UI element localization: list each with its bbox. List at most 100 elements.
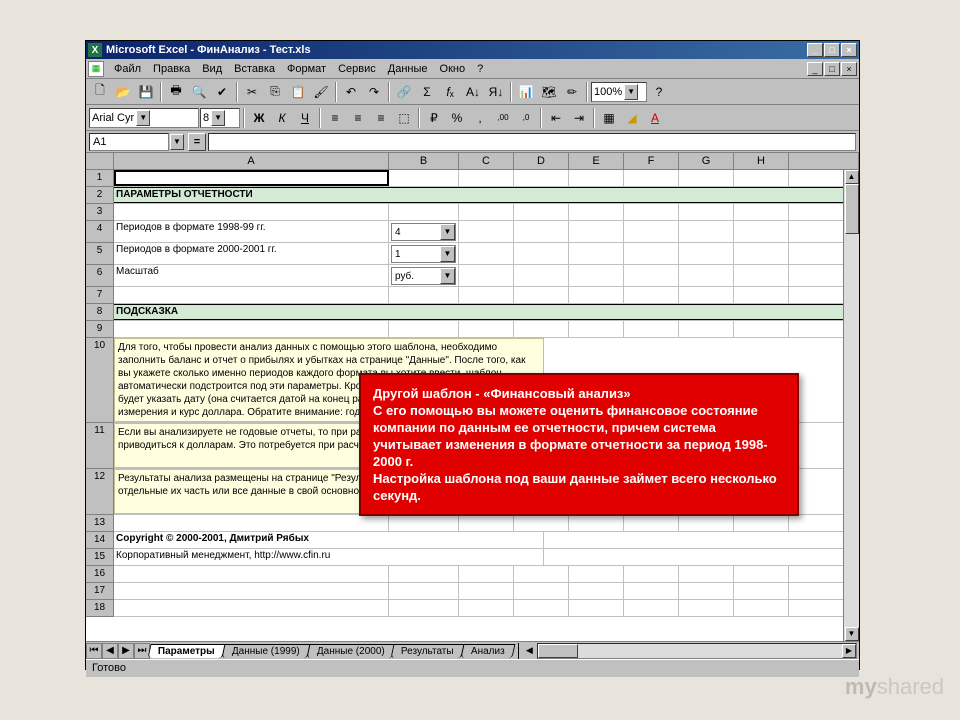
preview-icon[interactable]: 🔍 (188, 81, 210, 102)
formula-bar[interactable] (208, 133, 856, 151)
copy-icon[interactable]: ⎘ (264, 81, 286, 102)
row-header[interactable]: 5 (86, 243, 114, 265)
dropdown-periods-2000[interactable]: 1 ▼ (391, 245, 456, 263)
scroll-up-icon[interactable]: ▲ (845, 170, 859, 184)
new-icon[interactable]: 🗋 (89, 81, 111, 102)
col-header-H[interactable]: H (734, 153, 789, 169)
doc-close-button[interactable]: × (841, 62, 857, 76)
tab-nav-first-icon[interactable]: ⏮ (86, 643, 102, 659)
menu-help[interactable]: ? (471, 61, 489, 77)
row-header[interactable]: 16 (86, 566, 114, 583)
align-left-icon[interactable]: ≡ (324, 107, 346, 128)
undo-icon[interactable]: ↶ (340, 81, 362, 102)
chevron-down-icon[interactable]: ▼ (624, 84, 638, 100)
chevron-down-icon[interactable]: ▼ (211, 110, 225, 126)
align-right-icon[interactable]: ≡ (370, 107, 392, 128)
scroll-down-icon[interactable]: ▼ (845, 627, 859, 641)
menu-format[interactable]: Формат (281, 61, 332, 77)
row-header[interactable]: 9 (86, 321, 114, 338)
row-header[interactable]: 3 (86, 204, 114, 221)
fill-color-icon[interactable]: ◢ (621, 107, 643, 128)
row-header[interactable]: 14 (86, 532, 114, 549)
col-header-E[interactable]: E (569, 153, 624, 169)
col-header-C[interactable]: C (459, 153, 514, 169)
sheet-tab-results[interactable]: Результаты (391, 644, 465, 658)
name-box[interactable]: A1 (89, 133, 169, 151)
indent-inc-icon[interactable]: ⇥ (568, 107, 590, 128)
font-combo[interactable]: Arial Cyr ▼ (89, 108, 199, 128)
row-header[interactable]: 17 (86, 583, 114, 600)
dropdown-periods-9899[interactable]: 4 ▼ (391, 223, 456, 241)
format-painter-icon[interactable]: 🖌 (310, 81, 332, 102)
select-all-corner[interactable] (86, 153, 114, 169)
col-header-F[interactable]: F (624, 153, 679, 169)
menu-view[interactable]: Вид (196, 61, 228, 77)
chevron-down-icon[interactable]: ▼ (136, 110, 150, 126)
sort-asc-icon[interactable]: A↓ (462, 81, 484, 102)
fontsize-combo[interactable]: 8 ▼ (200, 108, 240, 128)
label-scale[interactable]: Масштаб (114, 265, 389, 286)
close-button[interactable]: × (841, 43, 857, 57)
font-color-icon[interactable]: A (644, 107, 666, 128)
menu-file[interactable]: Файл (108, 61, 147, 77)
italic-button[interactable]: К (271, 107, 293, 128)
row-header[interactable]: 12 (86, 469, 114, 515)
row-header[interactable]: 4 (86, 221, 114, 243)
tab-nav-prev-icon[interactable]: ◀ (102, 643, 118, 659)
help-icon[interactable]: ? (648, 81, 670, 102)
horizontal-scrollbar[interactable]: ▶ (537, 643, 857, 659)
label-periods-9899[interactable]: Периодов в формате 1998-99 гг. (114, 221, 389, 242)
chevron-down-icon[interactable]: ▼ (440, 246, 455, 262)
section-header-params[interactable]: ПАРАМЕТРЫ ОТЧЕТНОСТИ (114, 187, 844, 203)
row-header[interactable]: 11 (86, 423, 114, 469)
row-header[interactable]: 13 (86, 515, 114, 532)
workbook-icon[interactable]: ▦ (88, 61, 104, 77)
row-header[interactable]: 10 (86, 338, 114, 423)
merge-icon[interactable]: ⬚ (393, 107, 415, 128)
cell-B5[interactable]: 1 ▼ (389, 243, 459, 264)
drawing-icon[interactable]: ✏ (561, 81, 583, 102)
scroll-left-icon[interactable]: ◀ (526, 645, 533, 656)
section-header-hint[interactable]: ПОДСКАЗКА (114, 304, 844, 320)
col-header-D[interactable]: D (514, 153, 569, 169)
cell-A1[interactable] (114, 170, 389, 186)
cell-B4[interactable]: 4 ▼ (389, 221, 459, 242)
hyperlink-icon[interactable]: 🔗 (393, 81, 415, 102)
function-icon[interactable]: fₓ (439, 81, 461, 102)
col-header-B[interactable]: B (389, 153, 459, 169)
label-periods-2000[interactable]: Периодов в формате 2000-2001 гг. (114, 243, 389, 264)
sheet-tab-analysis[interactable]: Анализ (461, 644, 516, 658)
menu-edit[interactable]: Правка (147, 61, 196, 77)
spell-icon[interactable]: ✔ (211, 81, 233, 102)
copyright-text[interactable]: Copyright © 2000-2001, Дмитрий Рябых (114, 532, 544, 548)
menu-tools[interactable]: Сервис (332, 61, 382, 77)
chevron-down-icon[interactable]: ▼ (440, 268, 455, 284)
open-icon[interactable]: 📂 (112, 81, 134, 102)
currency-icon[interactable]: ₽ (423, 107, 445, 128)
cell-B6[interactable]: руб. ▼ (389, 265, 459, 286)
vertical-scrollbar[interactable]: ▲ ▼ (843, 170, 859, 641)
map-icon[interactable]: 🗺 (538, 81, 560, 102)
equals-button[interactable]: = (188, 133, 206, 151)
indent-dec-icon[interactable]: ⇤ (545, 107, 567, 128)
row-header[interactable]: 8 (86, 304, 114, 321)
underline-button[interactable]: Ч (294, 107, 316, 128)
menu-data[interactable]: Данные (382, 61, 434, 77)
sheet-tab-params[interactable]: Параметры (148, 644, 226, 658)
percent-icon[interactable]: % (446, 107, 468, 128)
scroll-right-icon[interactable]: ▶ (842, 644, 856, 658)
redo-icon[interactable]: ↷ (363, 81, 385, 102)
doc-maximize-button[interactable]: □ (824, 62, 840, 76)
row-header[interactable]: 1 (86, 170, 114, 187)
row-header[interactable]: 15 (86, 549, 114, 566)
bold-button[interactable]: Ж (248, 107, 270, 128)
scroll-thumb[interactable] (845, 184, 859, 234)
dec-decimal-icon[interactable]: ,0 (515, 107, 537, 128)
doc-minimize-button[interactable]: _ (807, 62, 823, 76)
col-header-A[interactable]: A (114, 153, 389, 169)
dropdown-scale[interactable]: руб. ▼ (391, 267, 456, 285)
inc-decimal-icon[interactable]: ,00 (492, 107, 514, 128)
minimize-button[interactable]: _ (807, 43, 823, 57)
link-text[interactable]: Корпоративный менеджмент, http://www.cfi… (114, 549, 544, 565)
paste-icon[interactable]: 📋 (287, 81, 309, 102)
